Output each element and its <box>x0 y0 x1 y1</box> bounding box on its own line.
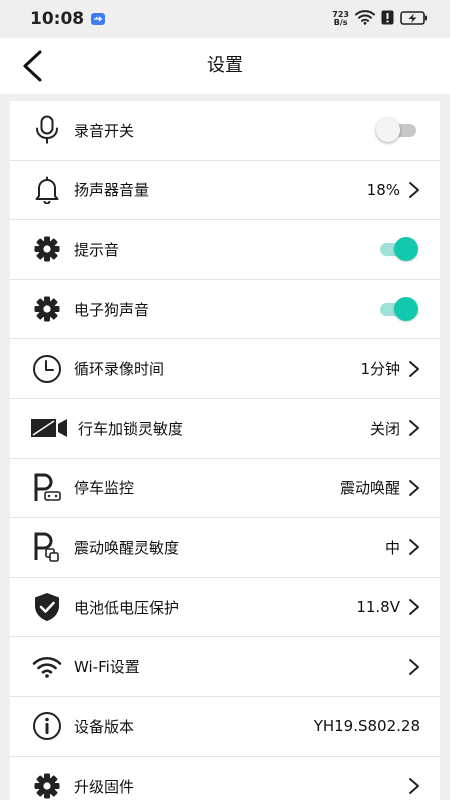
chevron-right-icon <box>408 419 420 437</box>
usb-icon <box>91 13 106 25</box>
setting-label: 循环录像时间 <box>74 360 165 379</box>
setting-value: 中 <box>384 538 400 557</box>
network-speed-unit: B/s <box>333 18 348 27</box>
shield-check-icon <box>30 590 64 624</box>
back-button[interactable] <box>14 46 50 86</box>
setting-row-edog-sound: 电子狗声音 <box>10 280 440 340</box>
alert-icon <box>381 10 394 29</box>
setting-label: 升级固件 <box>74 777 135 796</box>
toggle-knob <box>394 237 418 262</box>
bell-icon <box>30 173 64 207</box>
setting-row-device-version: 设备版本 YH19.S802.28 <box>10 697 440 757</box>
chevron-right-icon <box>408 181 420 199</box>
video-camera-icon <box>30 411 68 445</box>
setting-row-lock-sensitivity[interactable]: 行车加锁灵敏度 关闭 <box>10 399 440 459</box>
prompt-sound-toggle[interactable] <box>376 236 418 262</box>
setting-label: 电子狗声音 <box>74 300 150 319</box>
setting-value: 11.8V <box>356 598 400 617</box>
setting-value: 1分钟 <box>360 360 400 379</box>
status-right: 723 B/s <box>332 9 428 29</box>
battery-icon <box>400 10 428 29</box>
toggle-knob <box>376 118 400 143</box>
setting-label: Wi-Fi设置 <box>74 658 140 677</box>
setting-row-battery-protection[interactable]: 电池低电压保护 11.8V <box>10 578 440 638</box>
info-icon <box>30 709 64 743</box>
clock-icon <box>30 352 64 386</box>
setting-row-wifi[interactable]: Wi-Fi设置 <box>10 637 440 697</box>
gear-icon <box>30 232 64 266</box>
status-time: 10:08 <box>30 9 85 29</box>
settings-list: 录音开关 扬声器音量 18% 提示音 电子狗声音 循环录像时间 1分钟 行车加锁… <box>10 101 440 800</box>
toggle-knob <box>394 297 418 322</box>
chevron-right-icon <box>408 777 420 795</box>
recording-toggle[interactable] <box>376 117 418 143</box>
setting-row-loop-recording[interactable]: 循环录像时间 1分钟 <box>10 339 440 399</box>
parking-monitor-icon <box>30 471 64 505</box>
edog-sound-toggle[interactable] <box>376 296 418 322</box>
setting-label: 提示音 <box>74 240 120 259</box>
microphone-icon <box>30 113 64 147</box>
setting-row-parking-monitor[interactable]: 停车监控 震动唤醒 <box>10 459 440 519</box>
setting-label: 停车监控 <box>74 479 135 498</box>
network-speed: 723 B/s <box>332 11 349 27</box>
setting-label: 行车加锁灵敏度 <box>78 419 184 438</box>
setting-row-prompt-sound: 提示音 <box>10 220 440 280</box>
setting-value: 关闭 <box>369 419 400 438</box>
setting-label: 设备版本 <box>74 717 135 736</box>
setting-value: 震动唤醒 <box>339 479 400 498</box>
page-title: 设置 <box>207 55 243 76</box>
gear-icon <box>30 769 64 800</box>
setting-value: 18% <box>366 180 400 199</box>
wifi-status-icon <box>355 9 375 29</box>
status-left: 10:08 <box>30 9 106 29</box>
setting-label: 震动唤醒灵敏度 <box>74 538 180 557</box>
chevron-right-icon <box>408 479 420 497</box>
setting-row-speaker-volume[interactable]: 扬声器音量 18% <box>10 161 440 221</box>
chevron-right-icon <box>408 658 420 676</box>
setting-label: 扬声器音量 <box>74 181 150 200</box>
chevron-right-icon <box>408 598 420 616</box>
setting-label: 电池低电压保护 <box>74 598 180 617</box>
chevron-left-icon <box>23 50 42 82</box>
setting-row-vibration-sensitivity[interactable]: 震动唤醒灵敏度 中 <box>10 518 440 578</box>
parking-vibration-icon <box>30 530 64 564</box>
device-version-value: YH19.S802.28 <box>313 717 420 736</box>
setting-label: 录音开关 <box>74 121 135 140</box>
chevron-right-icon <box>408 360 420 378</box>
setting-row-recording: 录音开关 <box>10 101 440 161</box>
gear-icon <box>30 292 64 326</box>
status-bar: 10:08 723 B/s <box>0 0 450 38</box>
wifi-icon <box>30 650 64 684</box>
setting-row-firmware-upgrade[interactable]: 升级固件 <box>10 757 440 800</box>
header: 设置 <box>0 38 450 94</box>
chevron-right-icon <box>408 538 420 556</box>
